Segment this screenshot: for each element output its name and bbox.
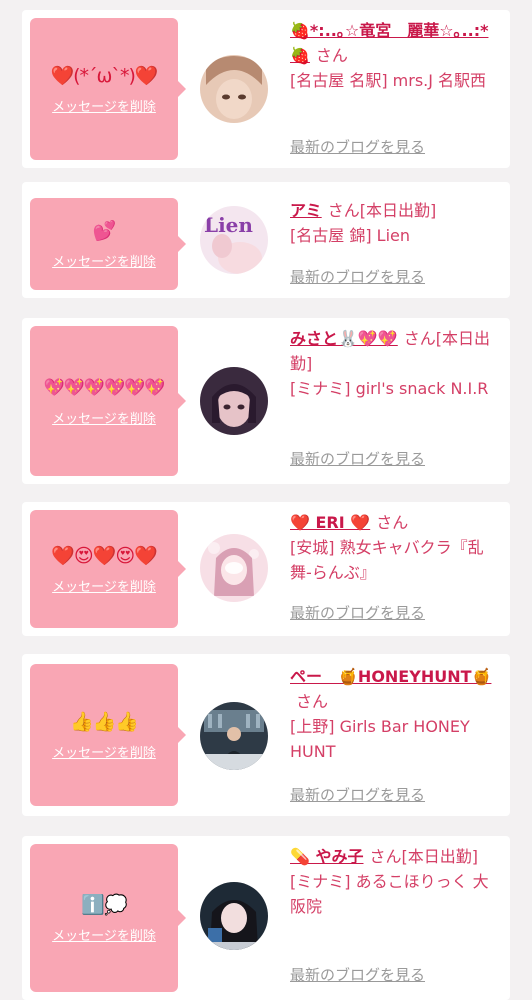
status-label: [本日出勤] bbox=[401, 847, 479, 866]
user-name-link[interactable]: アミ bbox=[290, 201, 322, 220]
shop-label: [名古屋 錦] Lien bbox=[290, 226, 411, 245]
latest-blog-link[interactable]: 最新のブログを見る bbox=[290, 448, 425, 469]
honorific: さん bbox=[403, 329, 436, 348]
message-text: 👍👍👍 bbox=[70, 710, 139, 733]
shop-label: [ミナミ] あるこほりっく 大阪院 bbox=[290, 872, 489, 916]
latest-blog-link[interactable]: 最新のブログを見る bbox=[290, 964, 425, 985]
delete-message-link[interactable]: メッセージを削除 bbox=[52, 408, 156, 427]
latest-blog-link[interactable]: 最新のブログを見る bbox=[290, 266, 425, 287]
avatar[interactable] bbox=[200, 702, 268, 770]
avatar[interactable] bbox=[200, 534, 268, 602]
svg-text:Lien: Lien bbox=[204, 213, 253, 237]
honorific: さん bbox=[369, 847, 402, 866]
shop-label: [ミナミ] girl's snack N.I.R bbox=[290, 379, 489, 398]
delete-message-link[interactable]: メッセージを削除 bbox=[52, 251, 156, 270]
entry-info: 💊 やみ子 さん[本日出勤] [ミナミ] あるこほりっく 大阪院 bbox=[290, 844, 500, 919]
message-text: ❤️(*´ω`*)❤️ bbox=[50, 64, 158, 87]
message-card: ℹ️💭 メッセージを削除 💊 やみ子 さん[本日出勤] [ミナミ] あるこほりっく… bbox=[22, 836, 510, 1000]
entry-info: ペー 🍯HONEYHUNT🍯 さん [上野] Girls Bar HONEY HU… bbox=[290, 664, 500, 764]
entry-info: ❤️ ERI ❤️ さん [安城] 熟女キャバクラ『乱舞-らんぶ』 bbox=[290, 510, 500, 585]
latest-blog-link[interactable]: 最新のブログを見る bbox=[290, 602, 425, 623]
shop-label: [安城] 熟女キャバクラ『乱舞-らんぶ』 bbox=[290, 538, 484, 582]
message-bubble: 💕 メッセージを削除 bbox=[30, 198, 186, 290]
avatar[interactable] bbox=[200, 882, 268, 950]
message-text: 💖💖💖💖💖💖 bbox=[43, 377, 165, 398]
entry-info: みさと🐰💖💖 さん[本日出勤] [ミナミ] girl's snack N.I.R bbox=[290, 326, 500, 401]
message-text: 💕 bbox=[92, 219, 117, 242]
avatar[interactable]: Lien bbox=[200, 206, 268, 274]
message-bubble: 💖💖💖💖💖💖 メッセージを削除 bbox=[30, 326, 186, 476]
honorific: さん bbox=[296, 692, 329, 711]
message-card: ❤️😍❤️😍❤️ メッセージを削除 ❤️ ERI ❤️ さん [安城] 熟女キャバ… bbox=[22, 502, 510, 636]
entry-info: アミ さん[本日出勤] [名古屋 錦] Lien bbox=[290, 198, 500, 248]
latest-blog-link[interactable]: 最新のブログを見る bbox=[290, 136, 425, 157]
user-name-link[interactable]: 💊 やみ子 bbox=[290, 847, 364, 866]
message-card: 💖💖💖💖💖💖 メッセージを削除 みさと🐰💖💖 さん[本日出勤] [ミナミ] gir… bbox=[22, 318, 510, 484]
status-label: [本日出勤] bbox=[359, 201, 437, 220]
user-name-link[interactable]: みさと🐰💖💖 bbox=[290, 329, 398, 348]
message-card: 💕 メッセージを削除 Lien アミ さん[本日出勤] [名古屋 錦] Lien … bbox=[22, 182, 510, 298]
shop-label: [名古屋 名駅] mrs.J 名駅西 bbox=[290, 71, 487, 90]
message-text: ❤️😍❤️😍❤️ bbox=[51, 544, 158, 567]
honorific: さん bbox=[327, 201, 360, 220]
message-card: 👍👍👍 メッセージを削除 ペー 🍯HONEYHUNT🍯 さん [上野] Girls… bbox=[22, 654, 510, 816]
delete-message-link[interactable]: メッセージを削除 bbox=[52, 576, 156, 595]
message-card: ❤️(*´ω`*)❤️ メッセージを削除 🍓*:..｡☆竜宮 麗華☆｡..:*🍓… bbox=[22, 10, 510, 168]
entry-info: 🍓*:..｡☆竜宮 麗華☆｡..:*🍓 さん [名古屋 名駅] mrs.J 名駅西 bbox=[290, 18, 500, 93]
message-bubble: ❤️😍❤️😍❤️ メッセージを削除 bbox=[30, 510, 186, 628]
latest-blog-link[interactable]: 最新のブログを見る bbox=[290, 784, 425, 805]
user-name-link[interactable]: ❤️ ERI ❤️ bbox=[290, 513, 370, 532]
delete-message-link[interactable]: メッセージを削除 bbox=[52, 742, 156, 761]
honorific: さん bbox=[315, 46, 348, 65]
shop-label: [上野] Girls Bar HONEY HUNT bbox=[290, 717, 470, 761]
delete-message-link[interactable]: メッセージを削除 bbox=[52, 925, 156, 944]
message-bubble: 👍👍👍 メッセージを削除 bbox=[30, 664, 186, 806]
message-text: ℹ️💭 bbox=[81, 893, 127, 916]
user-name-link[interactable]: ペー 🍯HONEYHUNT🍯 bbox=[290, 667, 491, 686]
honorific: さん bbox=[376, 513, 409, 532]
message-bubble: ❤️(*´ω`*)❤️ メッセージを削除 bbox=[30, 18, 186, 160]
message-bubble: ℹ️💭 メッセージを削除 bbox=[30, 844, 186, 992]
avatar[interactable] bbox=[200, 367, 268, 435]
delete-message-link[interactable]: メッセージを削除 bbox=[52, 96, 156, 115]
avatar[interactable] bbox=[200, 55, 268, 123]
